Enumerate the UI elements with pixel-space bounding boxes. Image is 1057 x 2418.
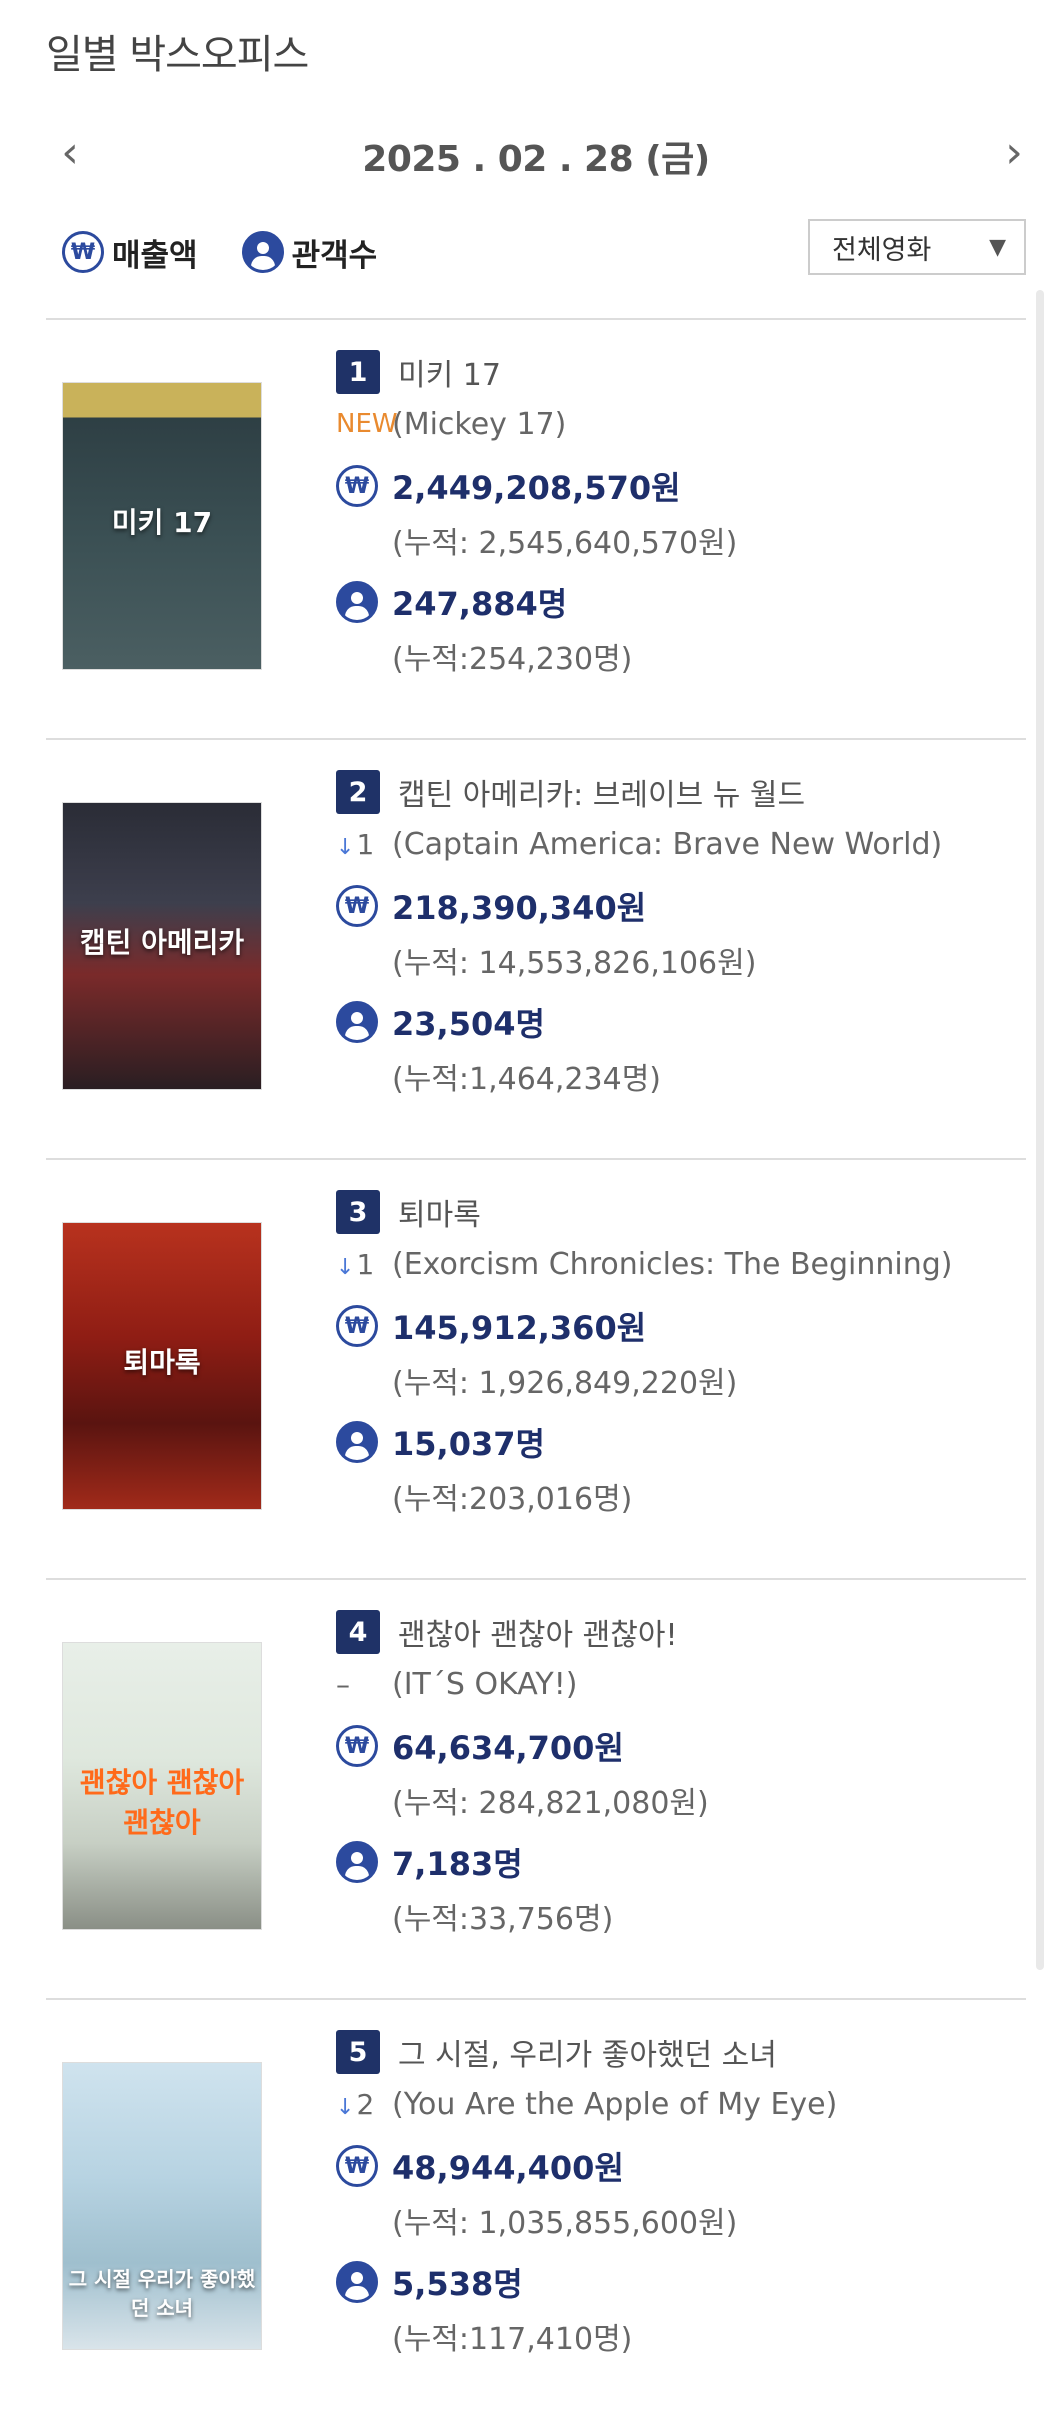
cumulative-sales: (누적: 1,926,849,220원)	[392, 1366, 738, 1401]
movie-title-en: (Captain America: Brave New World)	[392, 826, 943, 862]
audience-toggle-label: 관객수	[291, 237, 378, 274]
cumulative-sales: (누적: 1,035,855,600원)	[392, 2206, 738, 2241]
movie-filter-value: 전체영화	[832, 234, 932, 266]
rank-change-same: –	[336, 1667, 350, 1701]
movie-info: 2 캡틴 아메리카: 브레이브 뉴 월드 ↓1 (Captain America…	[336, 768, 1026, 1102]
list-item[interactable]: 미키 17 1 미키 17 NEW (Mickey 17) ₩ 2,449,20…	[46, 318, 1026, 738]
daily-audience: 23,504명	[392, 1005, 545, 1043]
daily-sales: 2,449,208,570원	[392, 469, 681, 507]
movie-title-en: (Exorcism Chronicles: The Beginning)	[392, 1246, 953, 1282]
cumulative-audience: (누적:33,756명)	[392, 1902, 614, 1937]
won-icon: ₩	[336, 1305, 378, 1347]
list-item[interactable]: 캡틴 아메리카 2 캡틴 아메리카: 브레이브 뉴 월드 ↓1 (Captain…	[46, 738, 1026, 1158]
sales-toggle-label: 매출액	[112, 237, 198, 274]
rank-change-new: NEW	[336, 409, 398, 439]
person-icon	[241, 231, 284, 273]
movie-title-ko[interactable]: 미키 17	[398, 350, 501, 394]
won-icon: ₩	[336, 2145, 378, 2187]
won-icon: ₩	[336, 885, 378, 927]
daily-sales: 48,944,400원	[392, 2149, 624, 2187]
current-date: 2025 . 02 . 28 (금)	[362, 139, 710, 180]
movie-info: 3 퇴마록 ↓1 (Exorcism Chronicles: The Begin…	[336, 1188, 1026, 1522]
cumulative-audience: (누적:117,410명)	[392, 2322, 633, 2357]
poster-title: 미키 17	[111, 506, 213, 539]
movie-title-en: (IT´S OKAY!)	[392, 1666, 578, 1702]
scrollbar[interactable]	[1036, 290, 1044, 1970]
movie-poster[interactable]: 캡틴 아메리카	[62, 802, 262, 1090]
arrow-down-icon: ↓	[336, 1254, 355, 1280]
daily-sales: 64,634,700원	[392, 1729, 624, 1767]
boxoffice-list: 미키 17 1 미키 17 NEW (Mickey 17) ₩ 2,449,20…	[46, 318, 1026, 2418]
movie-info: 5 그 시절, 우리가 좋아했던 소녀 ↓2 (You Are the Appl…	[336, 2028, 1026, 2362]
won-icon: ₩	[62, 231, 104, 273]
won-icon: ₩	[336, 1725, 378, 1767]
cumulative-audience: (누적:203,016명)	[392, 1482, 633, 1517]
arrow-down-icon: ↓	[336, 834, 355, 860]
cumulative-audience: (누적:1,464,234명)	[392, 1062, 661, 1097]
cumulative-audience: (누적:254,230명)	[392, 642, 633, 677]
movie-title-en: (Mickey 17)	[392, 406, 567, 442]
rank-change-down: ↓1	[336, 1247, 375, 1281]
chevron-down-icon: ▼	[989, 234, 1006, 260]
movie-title-ko[interactable]: 괜찮아 괜찮아 괜찮아!	[398, 1610, 678, 1654]
list-item[interactable]: 그 시절 우리가 좋아했던 소녀 5 그 시절, 우리가 좋아했던 소녀 ↓2 …	[46, 1998, 1026, 2418]
movie-info: 1 미키 17 NEW (Mickey 17) ₩ 2,449,208,570원…	[336, 348, 1026, 682]
person-icon	[336, 2261, 378, 2303]
rank-badge: 2	[336, 770, 380, 814]
rank-change-down: ↓2	[336, 2087, 375, 2121]
person-icon	[336, 1421, 378, 1463]
cumulative-sales: (누적: 284,821,080원)	[392, 1786, 709, 1821]
daily-audience: 7,183명	[392, 1845, 523, 1883]
cumulative-sales: (누적: 2,545,640,570원)	[392, 526, 738, 561]
sales-toggle[interactable]: ₩ 매출액	[62, 230, 198, 275]
movie-info: 4 괜찮아 괜찮아 괜찮아! – (IT´S OKAY!) ₩ 64,634,7…	[336, 1608, 1026, 1942]
person-icon	[336, 1841, 378, 1883]
movie-title-ko[interactable]: 캡틴 아메리카: 브레이브 뉴 월드	[398, 770, 805, 814]
next-date-icon[interactable]: ›	[994, 128, 1034, 178]
daily-sales: 218,390,340원	[392, 889, 647, 927]
rank-badge: 3	[336, 1190, 380, 1234]
movie-poster[interactable]: 그 시절 우리가 좋아했던 소녀	[62, 2062, 262, 2350]
rank-badge: 5	[336, 2030, 380, 2074]
movie-title-en: (You Are the Apple of My Eye)	[392, 2086, 838, 2122]
movie-poster[interactable]: 퇴마록	[62, 1222, 262, 1510]
daily-audience: 247,884명	[392, 585, 568, 623]
won-icon: ₩	[336, 465, 378, 507]
audience-toggle[interactable]: 관객수	[241, 230, 378, 275]
daily-audience: 15,037명	[392, 1425, 545, 1463]
poster-title: 캡틴 아메리카	[79, 926, 245, 959]
rank-badge: 4	[336, 1610, 380, 1654]
poster-title: 퇴마록	[123, 1346, 201, 1379]
date-navigator: ‹ 2025 . 02 . 28 (금) ›	[46, 118, 1026, 188]
rank-badge: 1	[336, 350, 380, 394]
person-icon	[336, 1001, 378, 1043]
page-title: 일별 박스오피스	[46, 32, 309, 78]
list-item[interactable]: 괜찮아 괜찮아 괜찮아 4 괜찮아 괜찮아 괜찮아! – (IT´S OKAY!…	[46, 1578, 1026, 1998]
metric-toggle-bar: ₩ 매출액 관객수	[62, 225, 421, 279]
movie-title-ko[interactable]: 그 시절, 우리가 좋아했던 소녀	[398, 2030, 777, 2074]
movie-poster[interactable]: 괜찮아 괜찮아 괜찮아	[62, 1642, 262, 1930]
cumulative-sales: (누적: 14,553,826,106원)	[392, 946, 757, 981]
movie-poster[interactable]: 미키 17	[62, 382, 262, 670]
poster-title: 괜찮아 괜찮아 괜찮아	[79, 1766, 245, 1839]
daily-audience: 5,538명	[392, 2265, 523, 2303]
list-item[interactable]: 퇴마록 3 퇴마록 ↓1 (Exorcism Chronicles: The B…	[46, 1158, 1026, 1578]
rank-change-down: ↓1	[336, 827, 375, 861]
daily-sales: 145,912,360원	[392, 1309, 647, 1347]
poster-title: 그 시절 우리가 좋아했던 소녀	[68, 2267, 256, 2320]
movie-filter-select[interactable]: 전체영화 ▼	[808, 219, 1026, 275]
person-icon	[336, 581, 378, 623]
movie-title-ko[interactable]: 퇴마록	[398, 1190, 481, 1234]
arrow-down-icon: ↓	[336, 2094, 355, 2120]
